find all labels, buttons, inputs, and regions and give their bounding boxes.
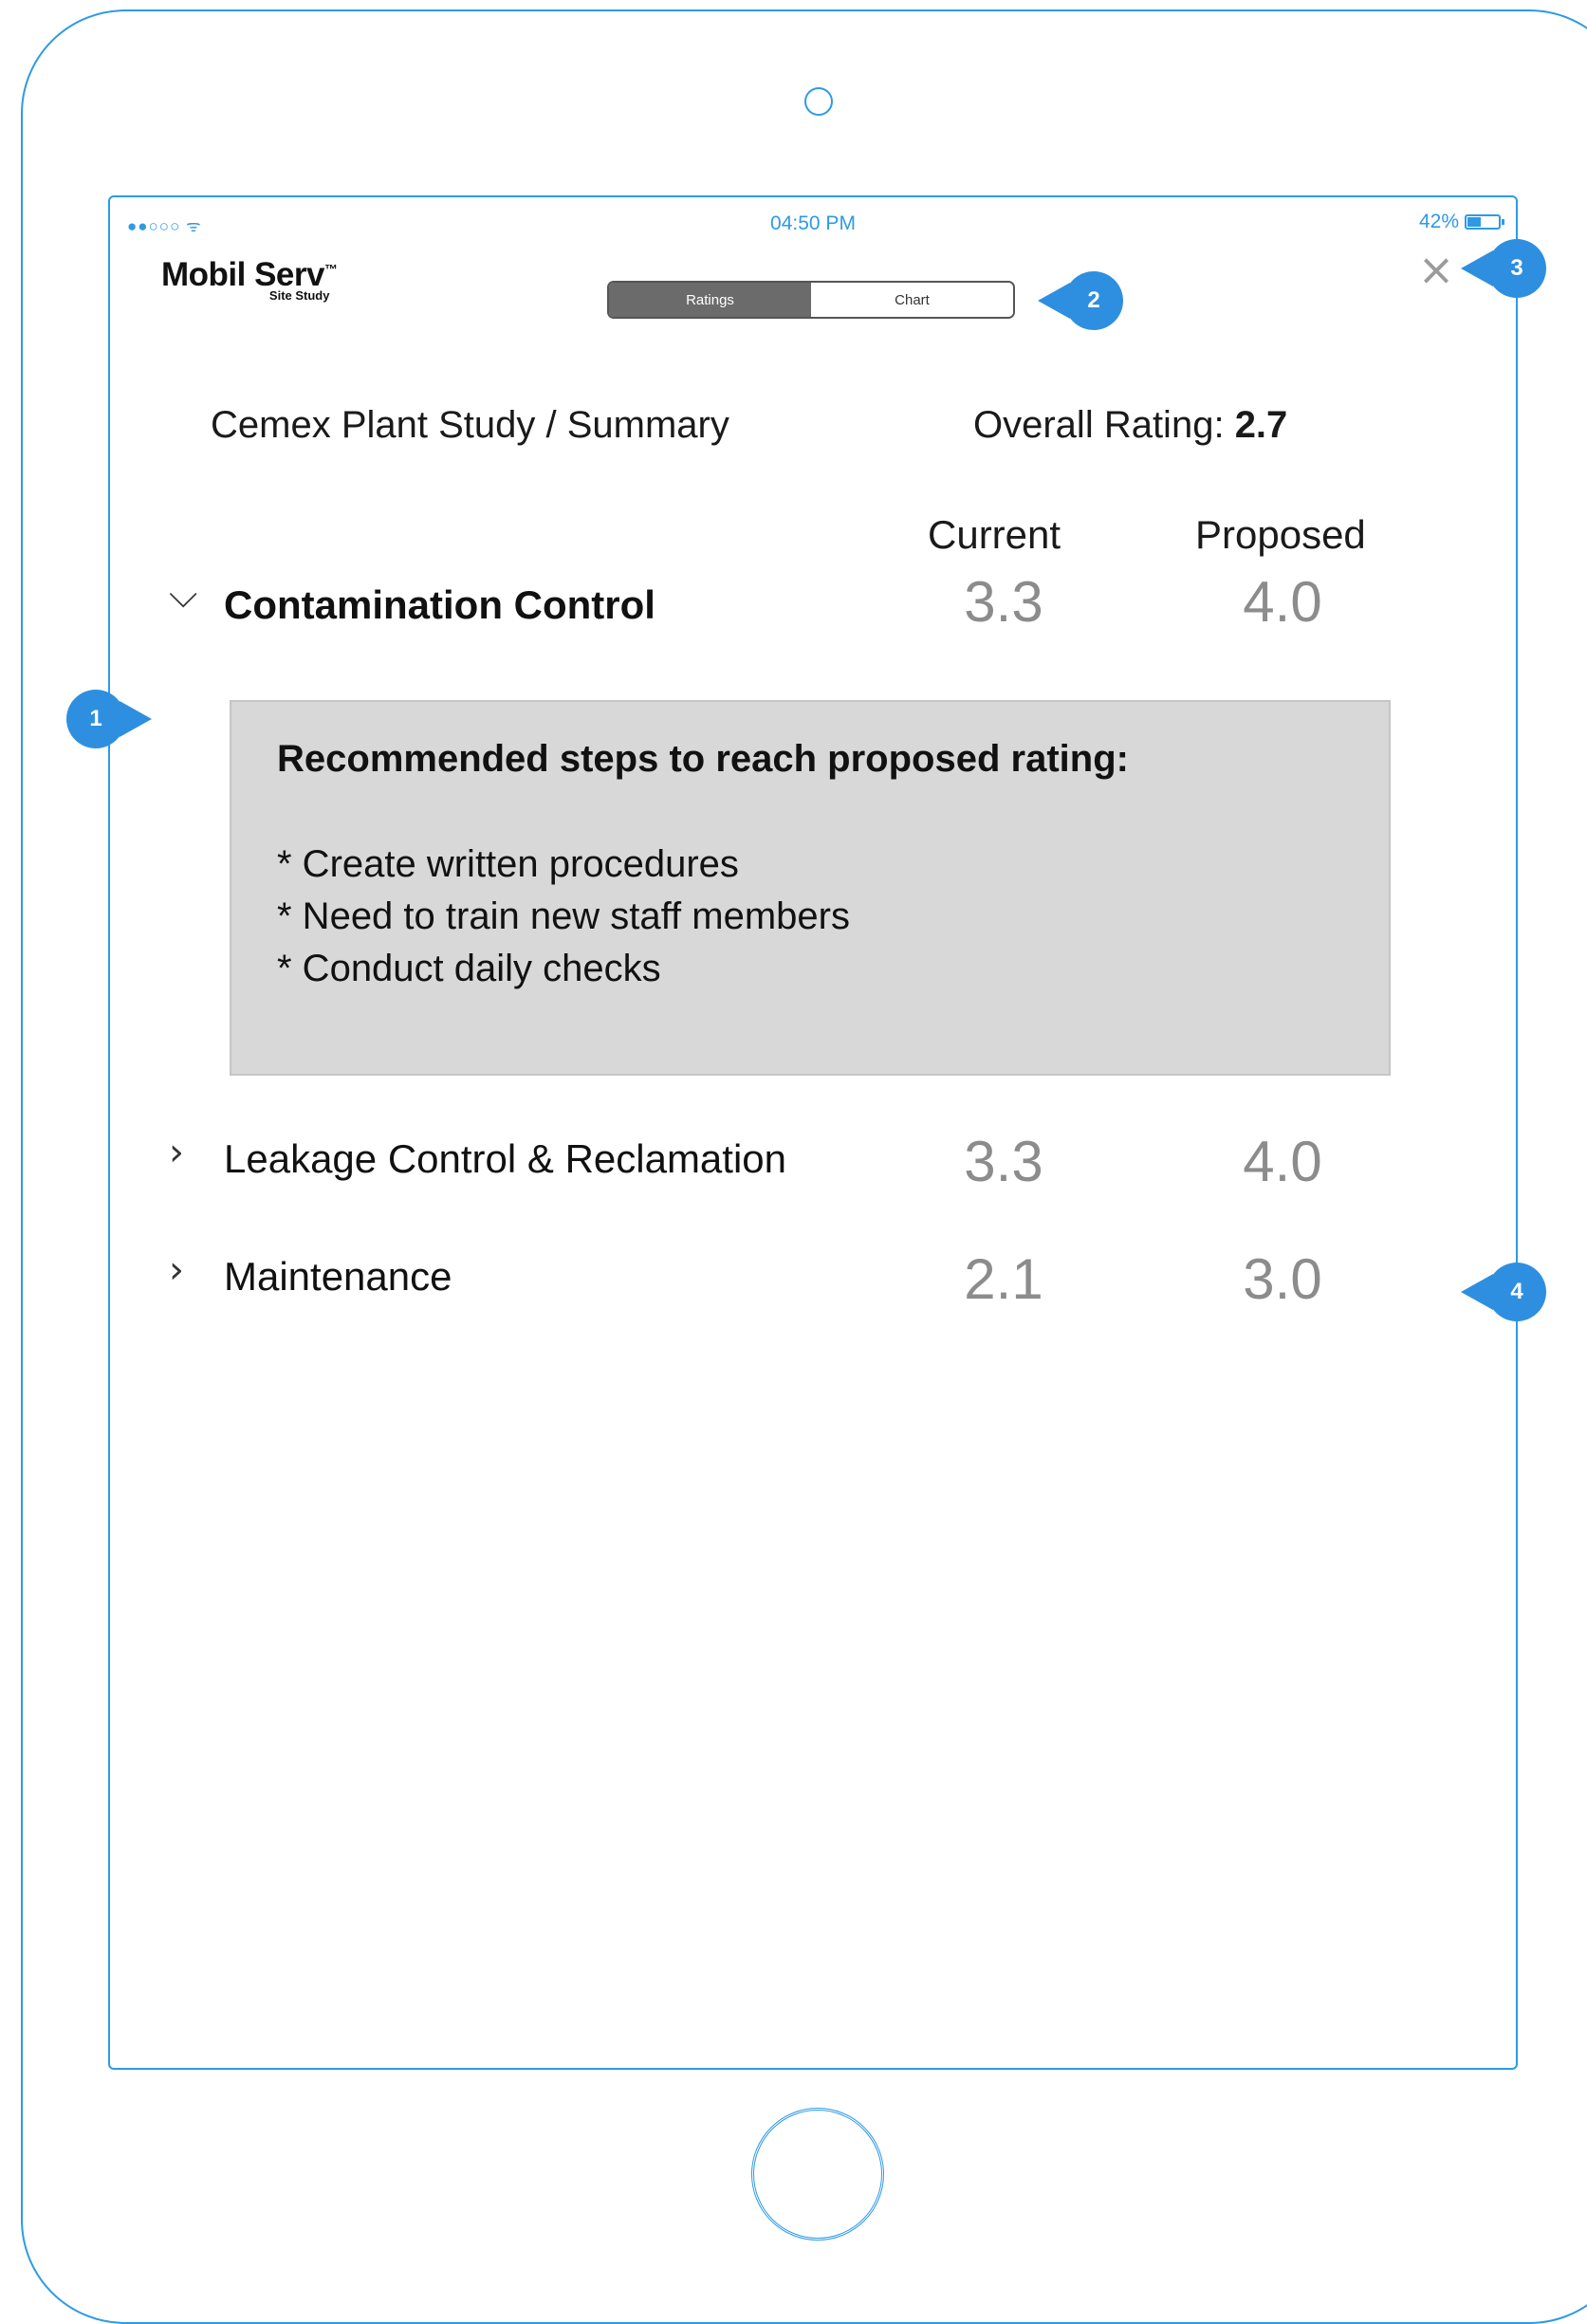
- tab-chart[interactable]: Chart: [811, 283, 1013, 317]
- recommendation-title: Recommended steps to reach proposed rati…: [277, 738, 1129, 780]
- logo-trademark: ™: [323, 261, 338, 277]
- category-row-leakage-control[interactable]: › Leakage Control & Reclamation 3.3 4.0: [110, 1123, 1516, 1193]
- status-time: 04:50 PM: [770, 212, 856, 234]
- category-name: Leakage Control & Reclamation: [224, 1136, 787, 1181]
- view-segmented-control: Ratings Chart: [607, 281, 1015, 319]
- proposed-rating: 4.0: [1243, 1130, 1322, 1193]
- recommendation-step: * Create written procedures: [277, 843, 739, 885]
- battery-icon: [1465, 214, 1504, 230]
- close-icon[interactable]: ×: [1417, 248, 1455, 291]
- category-name: Contamination Control: [224, 582, 655, 627]
- proposed-rating: 3.0: [1243, 1247, 1322, 1311]
- app-screen: ●●○○○ ᯤ 04:50 PM 42% Mobil Serv™ Site St…: [108, 195, 1518, 2070]
- callout-badge-1: 1: [66, 690, 152, 748]
- battery-tip: [1502, 219, 1504, 225]
- tab-ratings[interactable]: Ratings: [609, 283, 811, 317]
- chevron-right-icon: ›: [169, 1131, 184, 1174]
- category-row-contamination-control[interactable]: ⌵ Contamination Control 3.3 4.0: [110, 569, 1516, 636]
- category-name: Maintenance: [224, 1254, 452, 1299]
- proposed-rating: 4.0: [1243, 570, 1322, 634]
- recommendation-step: * Need to train new staff members: [277, 895, 850, 937]
- battery-percent: 42%: [1418, 211, 1459, 232]
- overall-rating-value: 2.7: [1234, 404, 1288, 446]
- recommendation-panel: Recommended steps to reach proposed rati…: [230, 700, 1391, 1076]
- mobil-serv-logo: Mobil Serv™ Site Study: [161, 256, 338, 303]
- battery-fill: [1467, 217, 1482, 227]
- chevron-right-icon: ›: [169, 1248, 184, 1292]
- current-rating: 3.3: [964, 570, 1043, 634]
- overall-rating: Overall Rating: 2.7: [973, 404, 1287, 447]
- home-button[interactable]: [751, 2108, 884, 2241]
- recommendation-step: * Conduct daily checks: [277, 948, 661, 989]
- page-title: Cemex Plant Study / Summary: [211, 404, 729, 446]
- column-header-proposed: Proposed: [1195, 512, 1366, 557]
- current-rating: 2.1: [964, 1247, 1043, 1311]
- camera: [804, 87, 833, 116]
- category-row-maintenance[interactable]: › Maintenance 2.1 3.0: [110, 1241, 1516, 1311]
- column-header-current: Current: [928, 512, 1061, 557]
- battery-indicator: 42%: [1418, 211, 1504, 233]
- callout-badge-4: 4: [1461, 1263, 1546, 1321]
- current-rating: 3.3: [964, 1130, 1043, 1193]
- chevron-down-icon: ⌵: [169, 573, 198, 617]
- recommendation-list: * Create written procedures * Need to tr…: [277, 839, 850, 995]
- callout-badge-3: 3: [1461, 239, 1546, 298]
- overall-rating-label: Overall Rating:: [973, 404, 1225, 446]
- callout-badge-2: 2: [1038, 271, 1123, 330]
